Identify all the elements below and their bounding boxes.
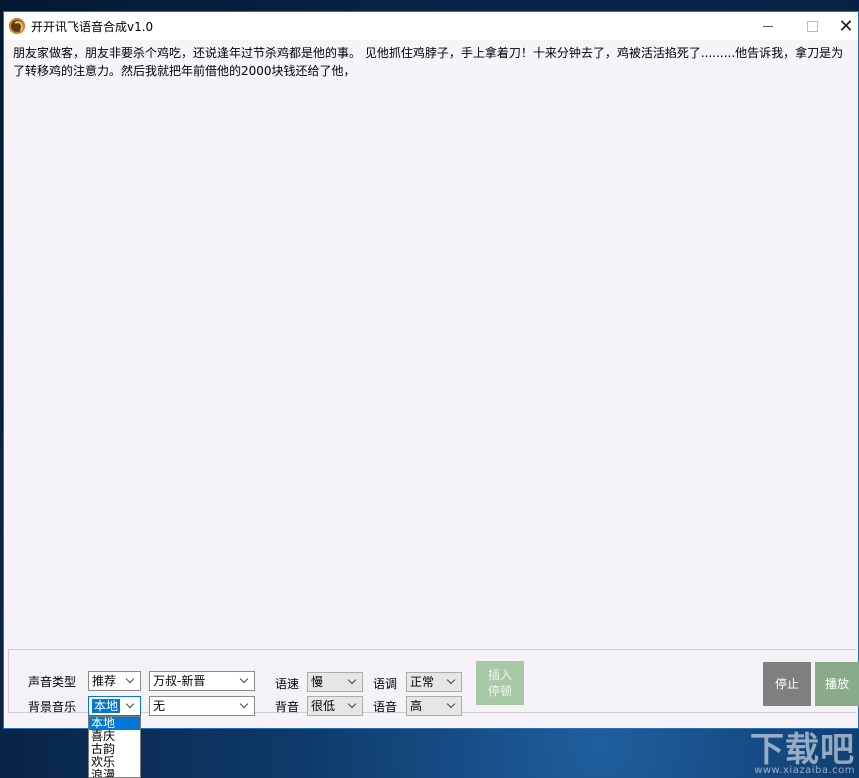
voice-category-value: 推荐 [92, 674, 117, 688]
watermark-text: 下载吧 [750, 730, 855, 770]
voice-type-label: 声音类型 [28, 675, 77, 689]
insert-pause-button[interactable]: 插入 停顿 [476, 661, 524, 705]
bg-music-track-value: 无 [153, 699, 166, 713]
play-button[interactable]: 播放 [815, 662, 859, 706]
bg-music-track-select[interactable]: 无 [149, 696, 255, 716]
pitch-select[interactable]: 正常 [406, 672, 462, 692]
chevron-down-icon [444, 697, 461, 715]
volume-select[interactable]: 高 [406, 696, 462, 716]
volume-value: 高 [410, 699, 423, 713]
app-window: 开开讯飞语音合成v1.0 ✕ 朋友家做客，朋友非要杀个鸡吃，还说逢年过节杀鸡都是… [3, 11, 859, 729]
dropdown-option[interactable]: 浪漫 [89, 769, 140, 778]
voice-category-select[interactable]: 推荐 [88, 671, 141, 691]
stop-button[interactable]: 停止 [763, 662, 811, 706]
pitch-value: 正常 [410, 675, 435, 689]
chevron-down-icon [123, 672, 140, 690]
pitch-label: 语调 [373, 677, 398, 691]
voice-name-select[interactable]: 万叔-新晋 [149, 671, 255, 691]
bg-volume-select[interactable]: 很低 [307, 696, 363, 716]
voice-name-value: 万叔-新晋 [153, 674, 206, 688]
chevron-down-icon [345, 673, 362, 691]
window-title: 开开讯飞语音合成v1.0 [31, 20, 154, 34]
speed-value: 慢 [311, 675, 324, 689]
bg-music-label: 背景音乐 [28, 700, 77, 714]
bg-music-source-select[interactable]: 本地 [88, 696, 141, 716]
speed-label: 语速 [275, 677, 300, 691]
chevron-down-icon [237, 672, 254, 690]
maximize-button[interactable] [790, 12, 834, 40]
chevron-down-icon [345, 697, 362, 715]
chevron-down-icon [444, 673, 461, 691]
bg-volume-value: 很低 [311, 699, 336, 713]
text-input-area[interactable]: 朋友家做客，朋友非要杀个鸡吃，还说逢年过节杀鸡都是他的事。 见他抓住鸡脖子，手上… [6, 40, 856, 658]
title-bar[interactable]: 开开讯飞语音合成v1.0 ✕ [4, 12, 858, 40]
chevron-down-icon [123, 697, 140, 715]
volume-label: 语音 [373, 700, 398, 714]
insert-pause-line2: 停顿 [487, 684, 512, 698]
app-logo-icon [9, 18, 25, 34]
chevron-down-icon [237, 697, 254, 715]
speed-select[interactable]: 慢 [307, 672, 363, 692]
watermark-url: www.xiazaiba.com [754, 765, 855, 776]
bg-volume-label: 背音 [275, 700, 300, 714]
minimize-button[interactable] [746, 12, 790, 40]
watermark: 下载吧 www.xiazaiba.com [720, 722, 859, 778]
close-button[interactable]: ✕ [832, 12, 859, 40]
insert-pause-line1: 插入 [487, 668, 512, 682]
bg-music-source-value: 本地 [92, 699, 121, 713]
bg-music-dropdown-list: 本地 喜庆 古韵 欢乐 浪漫 [88, 716, 141, 778]
